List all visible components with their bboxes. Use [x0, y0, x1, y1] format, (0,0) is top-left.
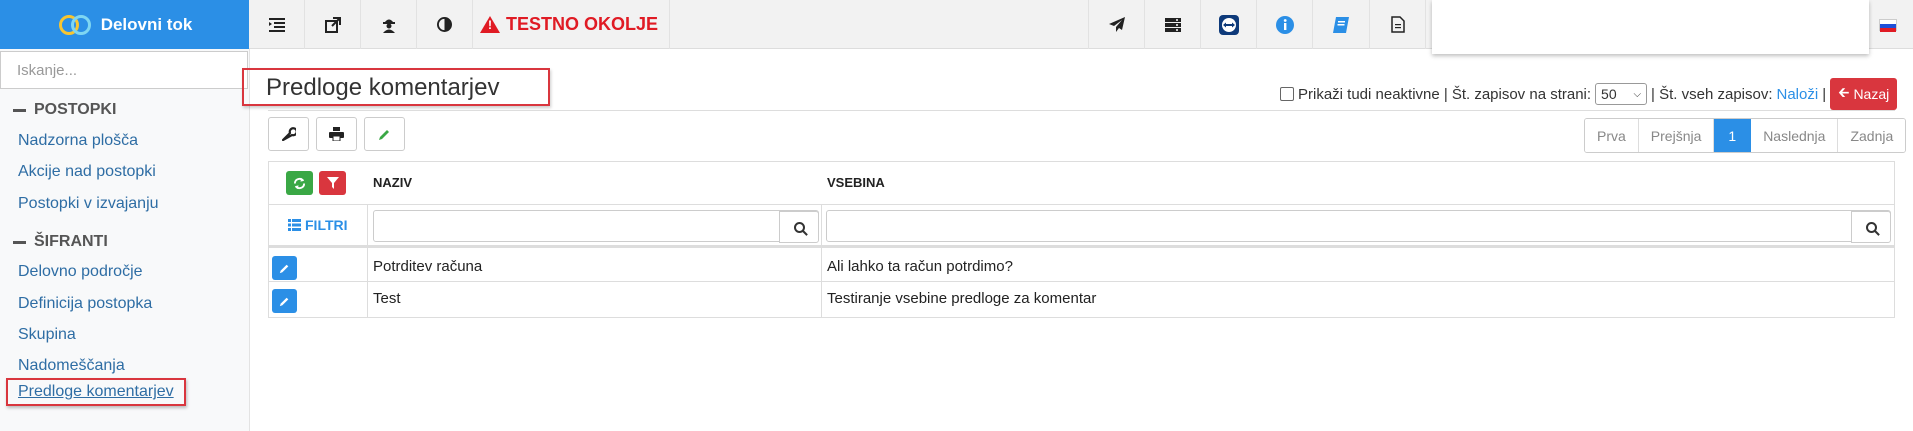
refresh-button[interactable] [286, 171, 313, 195]
edit-row-button[interactable] [272, 256, 297, 280]
pager-prev[interactable]: Prejšnja [1638, 119, 1715, 152]
server-icon [1164, 17, 1181, 32]
info-button[interactable] [1257, 0, 1313, 49]
send-button[interactable] [1088, 0, 1145, 49]
pagination: Prva Prejšnja 1 Naslednja Zadnja [1584, 118, 1907, 153]
slovenian-flag-icon[interactable] [1879, 19, 1897, 32]
environment-label: TESTNO OKOLJE [505, 14, 658, 34]
filters-label: FILTRI [305, 217, 348, 233]
manual-button[interactable] [1313, 0, 1370, 49]
impersonate-button[interactable] [361, 0, 417, 49]
teamviewer-icon [1218, 14, 1239, 35]
environment-badge: TESTNO OKOLJE [469, 0, 670, 49]
pager-last[interactable]: Zadnja [1838, 119, 1906, 152]
top-navbar: Delovni tok TESTNO OKOLJE [0, 0, 1913, 54]
list-options-bar: Prikaži tudi neaktivne | Št. zapisov na … [1280, 78, 1898, 110]
pager-current[interactable]: 1 [1714, 119, 1752, 152]
table-row [269, 248, 1894, 282]
back-button[interactable]: 🡰 Nazaj [1830, 78, 1898, 110]
back-label: Nazaj [1853, 86, 1890, 102]
page-title: Predloge komentarjev [242, 68, 550, 106]
section-title: ŠIFRANTI [34, 233, 108, 250]
chevron-down-icon: ⌵ [1633, 88, 1642, 100]
naziv-filter-input[interactable] [373, 210, 819, 243]
per-page-value: 50 [1601, 86, 1617, 102]
pager-first[interactable]: Prva [1585, 119, 1639, 152]
sidebar-item-definicija-postopka[interactable]: Definicija postopka [18, 295, 152, 313]
cell-naziv: Potrditev računa [373, 258, 483, 275]
sidebar: Iskanje... POSTOPKI Nadzorna plošča Akci… [0, 49, 250, 431]
sidebar-item-nadomescanja[interactable]: Nadomeščanja [18, 357, 125, 375]
separator: | [1822, 85, 1827, 103]
sidebar-item-nadzorna-plosca[interactable]: Nadzorna plošča [18, 132, 138, 150]
collapse-icon [13, 240, 26, 244]
document-button[interactable] [1370, 0, 1426, 49]
sidebar-item-predloge-komentarjev[interactable]: Predloge komentarjev [6, 378, 186, 406]
collapse-icon [13, 108, 26, 112]
warning-icon [479, 16, 500, 33]
teamviewer-button[interactable] [1201, 0, 1257, 49]
header-row [269, 162, 1894, 205]
document-icon [1390, 16, 1405, 33]
paper-plane-icon [1108, 16, 1125, 32]
clear-filter-button[interactable] [319, 171, 346, 195]
vsebina-filter-input[interactable] [826, 210, 1891, 243]
total-records-label: | Št. vseh zapisov: [1651, 85, 1773, 103]
search-icon [1865, 221, 1877, 233]
contrast-icon [437, 17, 452, 32]
arrow-left-icon: 🡰 [1838, 84, 1850, 100]
wrench-icon [281, 127, 296, 141]
cell-vsebina: Testiranje vsebine predloge za komentar [827, 290, 1097, 307]
refresh-icon [293, 177, 306, 189]
sidebar-item-skupina[interactable]: Skupina [18, 326, 76, 344]
user-dropdown-panel[interactable] [1432, 0, 1869, 54]
filters-toggle[interactable]: FILTRI [288, 217, 348, 233]
app-logo-icon [57, 13, 95, 37]
app-title: Delovni tok [100, 14, 193, 34]
open-external-button[interactable] [305, 0, 361, 49]
sidebar-section-postopki[interactable]: POSTOPKI [13, 101, 116, 119]
info-icon [1275, 15, 1294, 34]
menu-toggle-button[interactable] [249, 0, 305, 49]
data-grid: NAZIV VSEBINA FILTRI Potrditev računa Al… [268, 161, 1895, 318]
column-header-naziv[interactable]: NAZIV [373, 175, 412, 190]
user-secret-icon [382, 19, 395, 33]
add-new-button[interactable] [364, 117, 405, 151]
list-outdent-icon [268, 17, 285, 32]
pencil-icon [379, 129, 389, 140]
filter-icon [326, 177, 339, 189]
search-icon [793, 221, 805, 233]
sidebar-item-postopki-v-izvajanju[interactable]: Postopki v izvajanju [18, 195, 159, 213]
list-icon [288, 219, 301, 231]
settings-button[interactable] [268, 117, 309, 151]
column-header-vsebina[interactable]: VSEBINA [827, 175, 885, 190]
sidebar-item-akcije-nad-postopki[interactable]: Akcije nad postopki [18, 163, 156, 181]
sidebar-section-sifranti[interactable]: ŠIFRANTI [13, 233, 108, 251]
brand-logo[interactable]: Delovni tok [0, 0, 249, 49]
naziv-filter-search-button[interactable] [779, 211, 819, 243]
cell-vsebina: Ali lahko ta račun potrdimo? [827, 258, 1013, 275]
show-inactive-label: Prikaži tudi neaktivne | [1298, 85, 1448, 103]
server-button[interactable] [1145, 0, 1201, 49]
vsebina-filter-search-button[interactable] [1851, 211, 1891, 243]
section-title: POSTOPKI [34, 101, 117, 118]
external-link-icon [324, 16, 341, 33]
pager-next[interactable]: Naslednja [1751, 119, 1839, 152]
book-icon [1333, 16, 1349, 33]
load-link[interactable]: Naloži [1777, 86, 1819, 103]
per-page-label: Št. zapisov na strani: [1451, 85, 1592, 103]
cell-naziv: Test [373, 290, 401, 307]
per-page-select[interactable]: 50 ⌵ [1595, 83, 1648, 105]
edit-row-button[interactable] [272, 289, 297, 313]
pencil-icon [279, 297, 289, 306]
sidebar-search-input[interactable]: Iskanje... [0, 51, 248, 89]
divider [268, 110, 1895, 111]
print-button[interactable] [316, 117, 357, 151]
print-icon [329, 127, 344, 141]
contrast-toggle-button[interactable] [417, 0, 473, 49]
sidebar-item-delovno-podrocje[interactable]: Delovno področje [18, 263, 143, 281]
pencil-icon [279, 264, 289, 273]
show-inactive-checkbox[interactable] [1280, 87, 1294, 101]
